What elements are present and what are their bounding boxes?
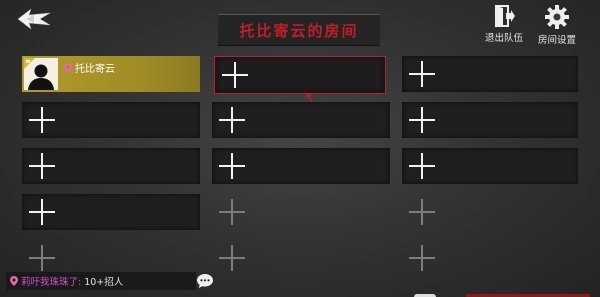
location-pin-icon	[64, 62, 72, 73]
empty-slot[interactable]	[22, 102, 200, 138]
chat-sender: 莉吁我珠珠了:	[21, 277, 82, 288]
empty-slot[interactable]	[402, 102, 578, 138]
add-player-icon	[218, 244, 246, 272]
locked-slot	[402, 240, 578, 276]
add-player-icon	[408, 198, 436, 226]
add-player-icon	[218, 106, 246, 134]
leave-team-button[interactable]: 退出队伍	[482, 4, 526, 44]
room-title: 托比寄云的房间	[218, 14, 380, 46]
chat-bubble-icon	[197, 274, 213, 288]
empty-slot[interactable]	[22, 148, 200, 184]
add-player-icon	[28, 106, 56, 134]
add-player-icon	[408, 152, 436, 180]
back-button[interactable]	[14, 4, 54, 34]
add-player-icon	[221, 61, 249, 89]
player-silhouette-icon	[24, 58, 58, 90]
add-player-icon	[28, 244, 56, 272]
room-settings-label: 房间设置	[537, 35, 576, 46]
empty-slot[interactable]	[212, 148, 390, 184]
back-arrow-icon	[17, 8, 51, 30]
chat-message: 10+招人	[84, 277, 124, 288]
leave-team-label: 退出队伍	[484, 33, 523, 44]
avatar	[24, 58, 58, 90]
room-settings-button[interactable]: 房间设置	[535, 4, 579, 46]
player-name-row: 托比寄云	[64, 60, 115, 75]
chat-bar[interactable]: 莉吁我珠珠了: 10+招人	[6, 272, 196, 290]
add-player-icon	[28, 198, 56, 226]
gear-icon	[545, 5, 569, 29]
locked-slot	[402, 194, 578, 230]
chat-button[interactable]	[196, 272, 214, 290]
add-player-icon	[408, 244, 436, 272]
add-player-icon	[408, 106, 436, 134]
add-player-icon	[28, 152, 56, 180]
add-player-icon	[218, 198, 246, 226]
empty-slot[interactable]	[402, 56, 578, 92]
locked-slot	[22, 240, 200, 276]
empty-slot-selected[interactable]	[214, 56, 386, 94]
locked-slot	[212, 194, 390, 230]
player-name: 托比寄云	[75, 64, 115, 75]
add-player-icon	[218, 152, 246, 180]
empty-slot[interactable]	[212, 102, 390, 138]
player-slot[interactable]: 托比寄云	[22, 56, 200, 92]
location-pin-icon	[10, 276, 18, 286]
locked-slot	[212, 240, 390, 276]
empty-slot[interactable]	[402, 148, 578, 184]
exit-door-icon	[495, 5, 515, 27]
empty-slot[interactable]	[22, 194, 200, 230]
add-player-icon	[408, 60, 436, 88]
